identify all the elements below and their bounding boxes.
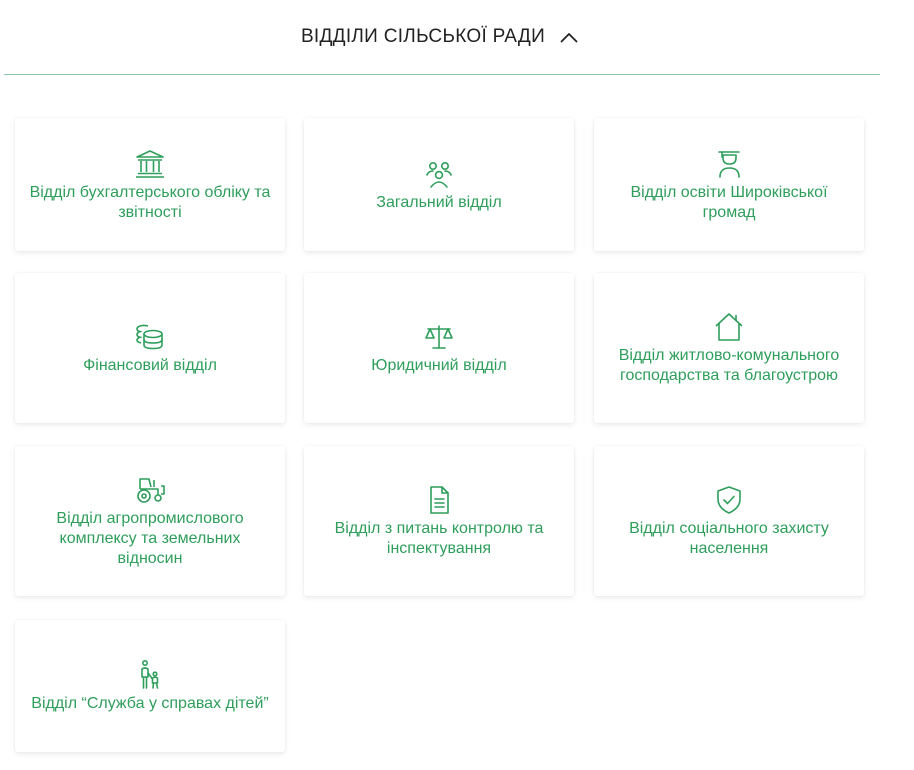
scales-icon xyxy=(422,320,456,354)
department-card-general[interactable]: Загальний відділ xyxy=(304,118,574,251)
departments-section-toggle[interactable]: ВІДДІЛИ СІЛЬСЬКОЇ РАДИ xyxy=(0,0,880,74)
chevron-up-icon xyxy=(559,30,579,44)
bank-icon xyxy=(133,147,167,181)
department-card-children[interactable]: Відділ “Служба у справах дітей” xyxy=(15,620,285,752)
coins-stack-icon xyxy=(133,320,167,354)
department-label: Відділ житлово-комунального господарства… xyxy=(618,347,840,384)
department-label: Відділ освіти Широківської громад xyxy=(630,183,828,221)
tractor-icon xyxy=(133,473,167,507)
department-card-education[interactable]: Відділ освіти Широківської громад xyxy=(594,118,864,251)
department-label: Загальний відділ xyxy=(376,193,502,211)
department-card-finance[interactable]: Фінансовий відділ xyxy=(15,273,285,423)
section-divider xyxy=(4,74,880,75)
department-card-agro[interactable]: Відділ агропромислового комплексу та зем… xyxy=(15,446,285,596)
department-card-legal[interactable]: Юридичний відділ xyxy=(304,273,574,423)
department-card-social[interactable]: Відділ соціального захисту населення xyxy=(594,446,864,596)
shield-check-icon xyxy=(712,483,746,517)
department-label: Юридичний відділ xyxy=(371,357,507,374)
document-icon xyxy=(422,483,456,517)
department-label: Відділ соціального захисту населення xyxy=(629,520,829,557)
parent-child-icon xyxy=(133,658,167,692)
people-group-icon xyxy=(422,157,456,191)
house-icon xyxy=(712,310,746,344)
graduate-icon xyxy=(712,147,746,181)
department-card-control[interactable]: Відділ з питань контролю та інспектуванн… xyxy=(304,446,574,596)
department-card-housing[interactable]: Відділ житлово-комунального господарства… xyxy=(594,273,864,423)
department-label: Відділ бухгалтерського обліку та звітнос… xyxy=(29,183,271,221)
department-card-accounting[interactable]: Відділ бухгалтерського обліку та звітнос… xyxy=(15,118,285,251)
department-label: Фінансовий відділ xyxy=(83,357,217,374)
department-label: Відділ агропромислового комплексу та зем… xyxy=(56,510,244,567)
section-title: ВІДДІЛИ СІЛЬСЬКОЇ РАДИ xyxy=(300,26,546,47)
department-label: Відділ з питань контролю та інспектуванн… xyxy=(334,520,544,557)
department-label: Відділ “Служба у справах дітей” xyxy=(31,695,269,712)
